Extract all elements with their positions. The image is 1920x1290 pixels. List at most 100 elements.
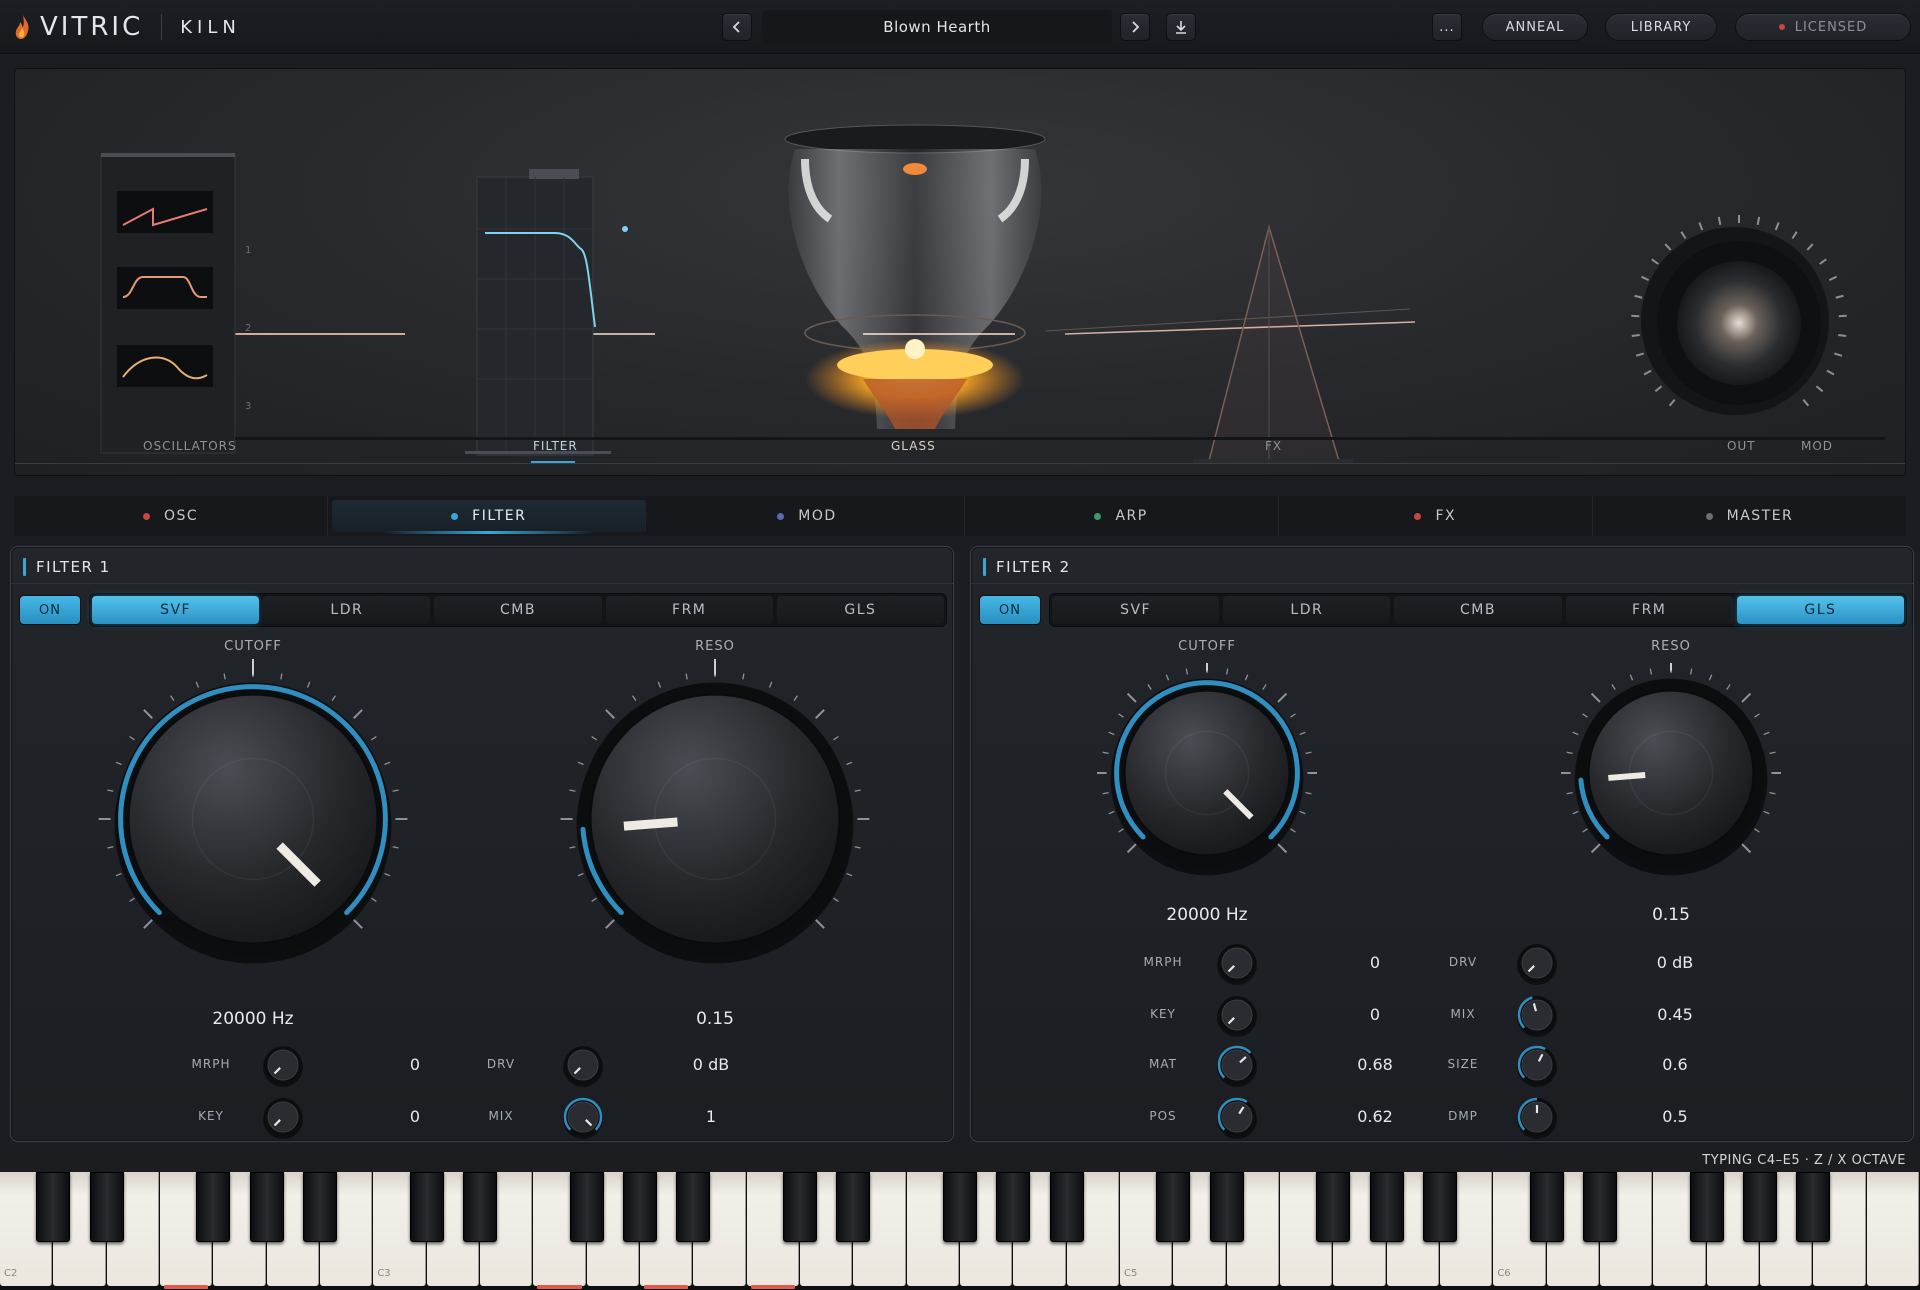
filter-2-key-knob[interactable]: [1213, 991, 1261, 1039]
filter-1-mrph-label: MRPH: [191, 1057, 231, 1071]
filter-2-size-knob[interactable]: [1513, 1041, 1561, 1089]
black-key[interactable]: [996, 1172, 1031, 1242]
status-dot: [1705, 512, 1713, 520]
filter2-type-gls[interactable]: GLS: [1736, 596, 1905, 624]
keyboard-hint: TYPING C4–E5 · Z / X OCTAVE: [1702, 1153, 1906, 1168]
filter-2-mix-knob[interactable]: [1513, 991, 1561, 1039]
black-key[interactable]: [676, 1172, 711, 1242]
glass-module[interactable]: [784, 124, 1046, 429]
black-key[interactable]: [943, 1172, 977, 1242]
filter-1-drv-knob[interactable]: [559, 1041, 607, 1089]
status-dot: [451, 512, 459, 520]
filter-2-pos-value: 0.62: [1357, 1107, 1393, 1126]
fx-label: FX: [1265, 439, 1283, 453]
preset-next-button[interactable]: [1120, 13, 1150, 41]
filter-1-mix-knob[interactable]: [559, 1093, 607, 1141]
signal-chain-graphic: 1 2 3: [15, 124, 1905, 464]
fx-module[interactable]: [1193, 224, 1353, 463]
anneal-button[interactable]: ANNEAL: [1482, 13, 1588, 41]
black-key[interactable]: [1316, 1172, 1351, 1242]
black-key[interactable]: [623, 1172, 657, 1242]
filter-1-on-button[interactable]: ON: [19, 595, 81, 625]
section-tab-filter[interactable]: FILTER: [332, 500, 647, 534]
filter1-type-ldr[interactable]: LDR: [263, 596, 431, 624]
black-key[interactable]: [463, 1172, 497, 1242]
filter1-type-svf[interactable]: SVF: [92, 596, 260, 624]
black-key[interactable]: [303, 1172, 337, 1242]
section-tab-mod[interactable]: MOD: [650, 496, 965, 536]
brand-name: VITRIC: [40, 12, 144, 42]
library-button[interactable]: LIBRARY: [1605, 13, 1717, 41]
black-key[interactable]: [89, 1172, 124, 1242]
filter-2-key-value: 0: [1369, 1005, 1381, 1024]
filter1-type-gls[interactable]: GLS: [776, 596, 945, 624]
licensed-button[interactable]: LICENSED: [1735, 13, 1911, 41]
filter-2-cutoff-knob[interactable]: [1097, 663, 1317, 883]
oscillators-module[interactable]: 1 2 3: [100, 153, 251, 454]
black-key[interactable]: [196, 1172, 231, 1242]
filter1-type-cmb[interactable]: CMB: [434, 596, 602, 624]
filter-2-key-label: KEY: [1150, 1007, 1176, 1021]
black-key[interactable]: [1423, 1172, 1457, 1242]
filter-2-mat-knob[interactable]: [1213, 1041, 1261, 1089]
active-key-indicator: [537, 1285, 582, 1289]
panel-divider: [11, 583, 953, 584]
octave-label: C6: [1497, 1268, 1511, 1279]
filter-2-mrph-label: MRPH: [1143, 955, 1183, 969]
black-key[interactable]: [1156, 1172, 1191, 1242]
filter-1-reso-knob[interactable]: [555, 659, 875, 979]
status-dot: [1094, 512, 1102, 520]
filter2-type-cmb[interactable]: CMB: [1394, 596, 1562, 624]
filter-2-drv-knob[interactable]: [1513, 939, 1561, 987]
filter-1-drv-value: 0 dB: [692, 1055, 730, 1074]
download-icon: [1176, 21, 1186, 34]
top-bar: VITRIC KILN Blown Hearth ... ANNEAL LIBR…: [0, 0, 1920, 54]
preset-prev-button[interactable]: [722, 13, 752, 41]
chevron-left-icon: [732, 21, 740, 33]
filter-2-mrph-knob[interactable]: [1213, 939, 1261, 987]
white-key[interactable]: [1866, 1172, 1919, 1286]
filter-2-dmp-knob[interactable]: [1513, 1093, 1561, 1141]
black-key[interactable]: [36, 1172, 71, 1242]
filter-2-reso-knob[interactable]: [1561, 663, 1781, 883]
black-key[interactable]: [1583, 1172, 1617, 1242]
section-tab-label: FILTER: [472, 508, 527, 524]
black-key[interactable]: [1529, 1172, 1564, 1242]
black-key[interactable]: [1049, 1172, 1084, 1242]
black-key[interactable]: [249, 1172, 284, 1242]
filter2-type-frm[interactable]: FRM: [1565, 596, 1733, 624]
filter-1-key-knob[interactable]: [259, 1093, 307, 1141]
piano-keyboard[interactable]: C2 C3 C5 C6: [0, 1172, 1920, 1290]
black-key[interactable]: [1689, 1172, 1724, 1242]
filter2-type-svf[interactable]: SVF: [1052, 596, 1220, 624]
filter-1-cutoff-knob[interactable]: [93, 659, 413, 979]
filter-2-reso-value: 0.15: [1652, 905, 1690, 925]
filter-2-pos-knob[interactable]: [1213, 1093, 1261, 1141]
filter-2-mix-value: 0.45: [1657, 1005, 1693, 1024]
preset-name-display[interactable]: Blown Hearth: [762, 10, 1112, 44]
black-key[interactable]: [1209, 1172, 1244, 1242]
output-knob[interactable]: [1631, 215, 1847, 415]
section-tab-fx[interactable]: FX: [1279, 496, 1593, 536]
black-key[interactable]: [783, 1172, 817, 1242]
filter1-type-frm[interactable]: FRM: [605, 596, 773, 624]
filter-1-key-value: 0: [409, 1107, 421, 1126]
section-tab-label: OSC: [163, 508, 199, 524]
section-tab-label: ARP: [1115, 508, 1148, 524]
section-tab-osc[interactable]: OSC: [14, 496, 329, 536]
filter-2-on-button[interactable]: ON: [979, 595, 1041, 625]
more-button[interactable]: ...: [1432, 13, 1462, 41]
filter-1-type-tabs: SVF LDR CMB FRM GLS: [89, 593, 947, 627]
filter2-type-ldr[interactable]: LDR: [1223, 596, 1391, 624]
black-key[interactable]: [1369, 1172, 1404, 1242]
black-key[interactable]: [1743, 1172, 1777, 1242]
section-tab-arp[interactable]: ARP: [965, 496, 1279, 536]
black-key[interactable]: [569, 1172, 604, 1242]
filter-module[interactable]: [465, 169, 628, 464]
black-key[interactable]: [836, 1172, 871, 1242]
section-tab-master[interactable]: MASTER: [1593, 496, 1906, 536]
black-key[interactable]: [1796, 1172, 1831, 1242]
black-key[interactable]: [409, 1172, 444, 1242]
filter-1-mrph-knob[interactable]: [259, 1041, 307, 1089]
preset-save-button[interactable]: [1166, 13, 1196, 41]
